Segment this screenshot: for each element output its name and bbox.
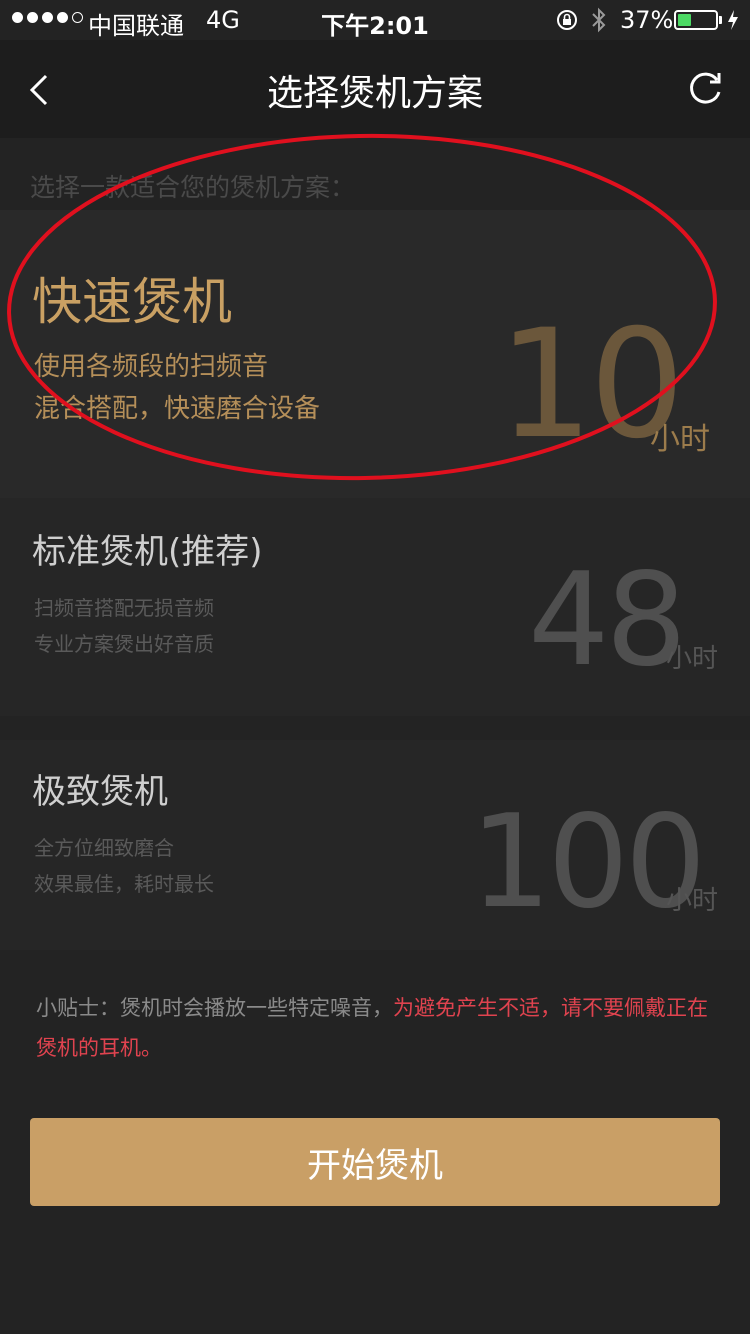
plan-card-standard[interactable]: 标准煲机(推荐) 扫频音搭配无损音频 专业方案煲出好音质 48 小时 <box>0 498 750 716</box>
charging-icon <box>728 10 738 30</box>
bluetooth-icon <box>592 7 606 33</box>
plan-hours-unit: 小时 <box>650 422 710 457</box>
status-bar: 中国联通 4G 下午2:01 37% <box>0 0 750 40</box>
tip-prefix: 小贴士：煲机时会播放一些特定噪音， <box>36 996 393 1020</box>
plan-hours: 48 <box>528 546 687 695</box>
plan-hours-unit: 小时 <box>666 886 719 916</box>
plan-title: 极致煲机 <box>32 772 168 812</box>
plan-title: 标准煲机(推荐) <box>32 532 263 572</box>
navigation-bar: 选择煲机方案 <box>0 40 750 138</box>
screen: 中国联通 4G 下午2:01 37% 选择煲机方案 选择一款适合您的煲机方案： <box>0 0 750 1334</box>
refresh-icon[interactable] <box>686 70 724 108</box>
battery-icon <box>674 10 718 30</box>
start-burn-in-button[interactable]: 开始煲机 <box>30 1118 720 1206</box>
plan-description-line: 效果最佳，耗时最长 <box>34 872 214 896</box>
page-title: 选择煲机方案 <box>266 73 483 114</box>
plan-prompt: 选择一款适合您的煲机方案： <box>30 173 356 202</box>
plan-hours-unit: 小时 <box>666 644 719 674</box>
battery-level-fill <box>678 14 691 26</box>
battery-tip <box>719 16 722 24</box>
battery-percent: 37% <box>620 6 674 34</box>
plan-description-line: 使用各频段的扫频音 <box>34 352 269 382</box>
plan-description-line: 专业方案煲出好音质 <box>34 632 214 656</box>
plan-title: 快速煲机 <box>32 273 232 331</box>
plan-card-ultimate[interactable]: 极致煲机 全方位细致磨合 效果最佳，耗时最长 100 小时 <box>0 740 750 950</box>
plan-description-line: 扫频音搭配无损音频 <box>34 596 214 620</box>
plan-description-line: 全方位细致磨合 <box>34 836 174 860</box>
tip-text: 小贴士：煲机时会播放一些特定噪音，为避免产生不适，请不要佩戴正在煲机的耳机。 <box>36 988 716 1068</box>
plan-card-fast[interactable]: 快速煲机 使用各频段的扫频音 混合搭配，快速磨合设备 10 小时 <box>0 210 750 498</box>
plan-description-line: 混合搭配，快速磨合设备 <box>34 394 321 424</box>
orientation-lock-icon <box>557 10 577 30</box>
